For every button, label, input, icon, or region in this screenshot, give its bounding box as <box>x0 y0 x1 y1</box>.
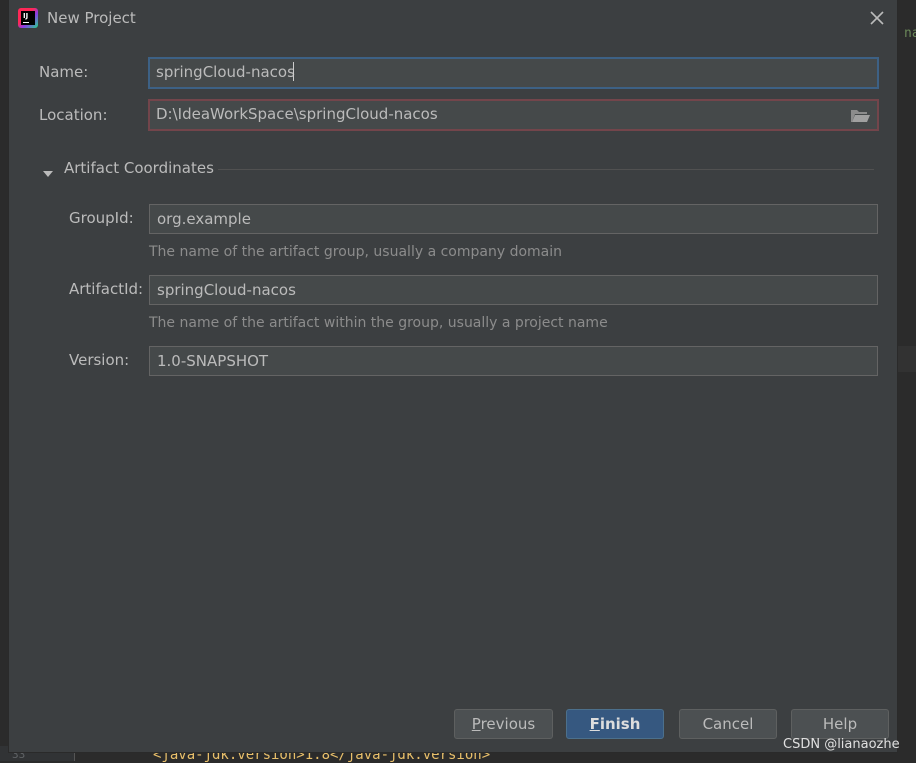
close-icon[interactable] <box>866 7 888 29</box>
version-input[interactable]: 1.0-SNAPSHOT <box>149 346 878 376</box>
name-label: Name: <box>39 63 89 81</box>
csdn-watermark: CSDN @lianaozhe <box>783 737 900 752</box>
previous-label: revious <box>480 715 536 733</box>
intellij-idea-icon: IJ <box>18 8 38 28</box>
background-editor-right <box>897 0 916 761</box>
version-label: Version: <box>69 351 130 369</box>
previous-mnemonic: P <box>471 715 481 733</box>
artifactid-input[interactable]: springCloud-nacos <box>149 275 878 305</box>
section-divider <box>218 169 874 170</box>
folder-open-icon[interactable] <box>849 107 871 125</box>
finish-button[interactable]: Finish <box>566 709 664 739</box>
previous-button[interactable]: Previous <box>454 709 553 739</box>
artifactid-label: ArtifactId: <box>69 280 144 298</box>
new-project-dialog: IJ New Project Name: springCloud-nacos L… <box>9 0 897 752</box>
groupid-label: GroupId: <box>69 209 134 227</box>
cancel-button[interactable]: Cancel <box>679 709 777 739</box>
location-label: Location: <box>39 106 108 124</box>
groupid-hint: The name of the artifact group, usually … <box>149 244 562 260</box>
dialog-titlebar[interactable]: IJ New Project <box>9 0 897 36</box>
collapse-triangle-icon[interactable] <box>42 164 54 177</box>
groupid-input[interactable]: org.example <box>149 204 878 234</box>
background-text-fragment: na <box>904 26 916 41</box>
name-input[interactable]: springCloud-nacos <box>148 57 879 89</box>
location-input[interactable]: D:\IdeaWorkSpace\springCloud-nacos <box>148 99 879 131</box>
dialog-title: New Project <box>47 9 136 27</box>
text-caret <box>293 62 294 81</box>
artifactid-hint: The name of the artifact within the grou… <box>149 315 608 331</box>
artifact-coordinates-title[interactable]: Artifact Coordinates <box>64 159 214 177</box>
finish-mnemonic: F <box>589 715 600 733</box>
background-highlight-band <box>897 346 916 372</box>
finish-label: inish <box>599 715 641 733</box>
help-button[interactable]: Help <box>791 709 889 739</box>
